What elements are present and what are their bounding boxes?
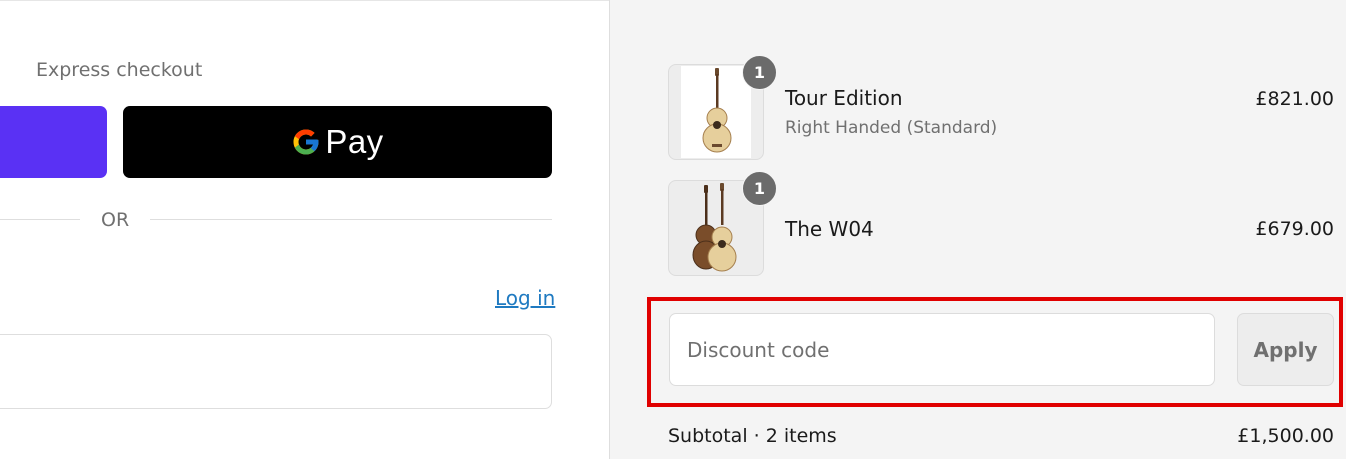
- checkout-main-pane: Express checkout Pay OR Log in: [0, 0, 609, 459]
- order-summary-pane: 1 Tour Edition Right Handed (Standard) £…: [609, 0, 1346, 459]
- line-item: 1 The W04 £679.00: [668, 171, 1334, 276]
- guitar-image-icon: [702, 68, 732, 153]
- product-thumbnail: 1: [668, 55, 777, 160]
- quantity-badge: 1: [742, 171, 777, 206]
- or-divider-label: OR: [101, 209, 130, 231]
- or-divider-left: [0, 219, 80, 220]
- quantity-badge: 1: [742, 55, 777, 90]
- google-pay-button[interactable]: Pay: [123, 106, 552, 178]
- item-price: £679.00: [1255, 218, 1334, 240]
- discount-code-input[interactable]: [669, 313, 1215, 386]
- subtotal-label: Subtotal · 2 items: [668, 425, 837, 447]
- product-thumbnail: 1: [668, 171, 777, 276]
- or-divider-right: [150, 219, 552, 220]
- subtotal-value: £1,500.00: [1237, 425, 1334, 447]
- item-name: Tour Edition: [785, 86, 903, 110]
- google-g-icon: [293, 129, 319, 155]
- shop-pay-button[interactable]: [0, 106, 107, 178]
- item-variant: Right Handed (Standard): [785, 118, 998, 138]
- guitar-image-icon: [692, 183, 737, 272]
- contact-input[interactable]: [0, 334, 552, 409]
- log-in-link[interactable]: Log in: [495, 286, 555, 310]
- express-checkout-label: Express checkout: [36, 59, 203, 81]
- google-pay-label: Pay: [325, 123, 384, 160]
- apply-discount-button[interactable]: Apply: [1237, 313, 1334, 386]
- item-name: The W04: [785, 217, 874, 241]
- item-price: £821.00: [1255, 88, 1334, 110]
- line-item: 1 Tour Edition Right Handed (Standard) £…: [668, 55, 1334, 160]
